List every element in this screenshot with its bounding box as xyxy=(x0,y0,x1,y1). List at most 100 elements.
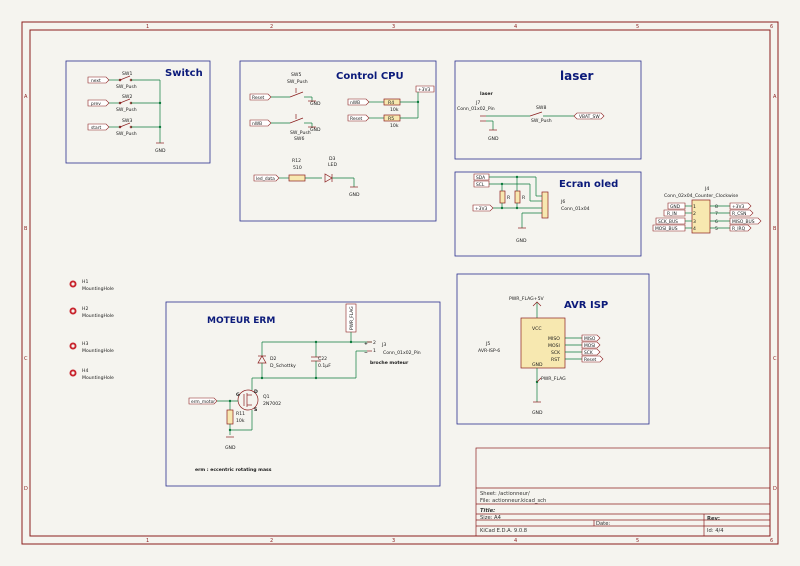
switch-title: Switch xyxy=(165,68,203,79)
ruler-top-4: 4 xyxy=(514,24,517,30)
led-d3 xyxy=(324,173,333,183)
q1-pin-g: G xyxy=(236,392,240,398)
j4-pin-1: 1 xyxy=(693,204,696,210)
j3-ref: J3 xyxy=(381,342,386,348)
net-label-prev-text: prev xyxy=(91,101,101,107)
resistor-oled-b xyxy=(514,190,521,204)
net-label-mosi-text: MOSI xyxy=(584,343,595,349)
laser-title: laser xyxy=(560,69,593,83)
ruler-bottom-3: 3 xyxy=(392,538,395,544)
switch-row-start[interactable]: start SW3 SW_Push xyxy=(87,118,160,137)
sw8-value: SW_Push xyxy=(531,118,552,124)
moteur-erm-section[interactable]: MOTEUR ERM PWR_FLAG + − 21 J3 Conn_01x02… xyxy=(165,301,441,487)
cpu-gnd-3: GND xyxy=(349,192,360,198)
j4-pin-8: 8 xyxy=(715,204,718,210)
j3-value: Conn_01x02_Pin xyxy=(383,350,421,356)
resistor-r12 xyxy=(288,174,306,182)
tb-size: Size: A4 xyxy=(480,515,502,521)
net-label-reset-avr-text: Reset xyxy=(584,357,597,363)
ruler-side: A B C D A B C D xyxy=(24,94,777,492)
tb-date: Date: xyxy=(596,521,610,527)
c22-ref: C22 xyxy=(318,356,327,362)
j7-value: Conn_01x02_Pin xyxy=(457,106,495,112)
net-label-next-text: next xyxy=(91,78,101,84)
net-label-reset-text: Reset xyxy=(252,95,265,101)
switch-section[interactable]: Switch next SW1 SW_Push prev SW2 SW_Push… xyxy=(65,60,211,164)
r11-ref: R11 xyxy=(236,411,245,417)
resistor-r11 xyxy=(226,409,234,425)
j5-sig-rst: RST xyxy=(551,357,560,363)
ruler-bottom-1: 1 xyxy=(146,538,149,544)
avr-pwr-top: PWR_FLAG+5V xyxy=(509,296,545,302)
d3-value: LED xyxy=(328,162,337,168)
svg-text:1: 1 xyxy=(373,348,376,354)
net-label-scl-text: SCL xyxy=(476,182,485,188)
ruler-top-6: 6 xyxy=(770,24,773,30)
moteur-note: erm : eccentric rotating mass xyxy=(195,467,272,473)
ruler-left-a: A xyxy=(24,94,28,100)
j4-pin-7: 7 xyxy=(715,211,718,217)
ruler-left-d: D xyxy=(24,486,28,492)
ecran-oled-section[interactable]: Ecran oled SDA SCL R R +3V3 GND J6 Conn_… xyxy=(454,171,642,257)
j4-label-miso-bus: MISO_BUS xyxy=(732,219,755,225)
j5-sig-mosi: MOSI xyxy=(548,343,560,349)
j5-vcc: VCC xyxy=(532,326,542,332)
j4-label-r-irq: R_IRQ xyxy=(732,226,746,232)
moteur-title: MOTEUR ERM xyxy=(207,316,275,326)
svg-text:−: − xyxy=(364,351,368,356)
r5-ref: R5 xyxy=(388,116,394,122)
j4-pin-2: 2 xyxy=(693,211,696,217)
power-3v3-cpu-text: +3V3 xyxy=(418,87,430,93)
control-cpu-section[interactable]: Control CPU Reset SW5 SW_Push GND nWB SW… xyxy=(239,60,437,222)
moteur-pwr-flag-text: PWR_FLAG xyxy=(349,306,355,330)
h4-ref: H4 xyxy=(82,368,88,374)
ruler-top-2: 2 xyxy=(270,24,273,30)
ruler-right-a: A xyxy=(773,94,777,100)
cpu-gnd-2: GND xyxy=(310,127,321,133)
ruler-right-d: D xyxy=(773,486,777,492)
net-label-led-data-text: led_data xyxy=(256,176,275,182)
diode-d2 xyxy=(257,355,267,364)
sw3-ref: SW3 xyxy=(122,118,132,124)
sheet-inner-frame xyxy=(29,29,771,537)
switch-row-prev[interactable]: prev SW2 SW_Push xyxy=(87,94,160,113)
mounting-hole-h3: H3 MountingHole xyxy=(69,341,114,354)
j4-value: Conn_02x04_Counter_Clockwise xyxy=(664,193,738,199)
j4-label-r-in: R_IN xyxy=(667,211,677,217)
net-label-sck-text: SCK xyxy=(584,350,593,356)
r5-value: 10k xyxy=(390,123,399,129)
avr-gnd: GND xyxy=(532,410,543,416)
q1-pin-d: D xyxy=(254,389,258,395)
ruler-bottom-5: 5 xyxy=(636,538,639,544)
d3-ref: D3 xyxy=(329,156,336,162)
j4-connector[interactable]: J4 Conn_02x04_Counter_Clockwise GND R_IN… xyxy=(652,186,762,234)
avr-isp-section[interactable]: AVR ISP PWR_FLAG+5V VCC GND MISO MOSI SC… xyxy=(456,273,650,425)
tb-file: File: actionneur.kicad_sch xyxy=(480,498,546,504)
ruler-bottom-4: 4 xyxy=(514,538,517,544)
net-label-sda-text: SDA xyxy=(476,175,485,181)
h1-value: MountingHole xyxy=(82,286,114,292)
j6-ref: J6 xyxy=(560,199,565,205)
sw6-ref: SW6 xyxy=(294,136,304,142)
connector-j6 xyxy=(541,191,549,219)
cpu-gnd-1: GND xyxy=(310,101,321,107)
sw1-value: SW_Push xyxy=(116,84,137,90)
ruler-bottom-6: 6 xyxy=(770,538,773,544)
laser-section[interactable]: laser laser J7 Conn_01x02_Pin GND SW8 SW… xyxy=(454,60,642,160)
sw5-value: SW_Push xyxy=(287,79,308,85)
net-label-reset-right-text: Reset xyxy=(350,116,363,122)
j5-sig-miso: MISO xyxy=(548,336,560,342)
sw5-ref: SW5 xyxy=(291,72,301,78)
j4-label-gnd: GND xyxy=(670,204,681,210)
ruler-bottom-2: 2 xyxy=(270,538,273,544)
j6-value: Conn_01x04 xyxy=(561,206,590,212)
schematic-sheet: 1 2 3 4 5 6 1 2 3 4 5 6 A B C D A B C D … xyxy=(21,21,779,545)
d2-value: D_Schottky xyxy=(270,363,296,369)
j4-label-mosi-bus: MOSI_BUS xyxy=(655,226,678,232)
switch-row-next[interactable]: next SW1 SW_Push xyxy=(87,71,160,90)
j5-value: AVR-ISP-6 xyxy=(478,348,500,354)
ruler-left-c: C xyxy=(24,356,28,362)
tb-tool: KiCad E.D.A. 9.0.8 xyxy=(480,528,527,534)
control-cpu-box xyxy=(239,60,437,222)
q1-ref: Q1 xyxy=(263,394,270,400)
